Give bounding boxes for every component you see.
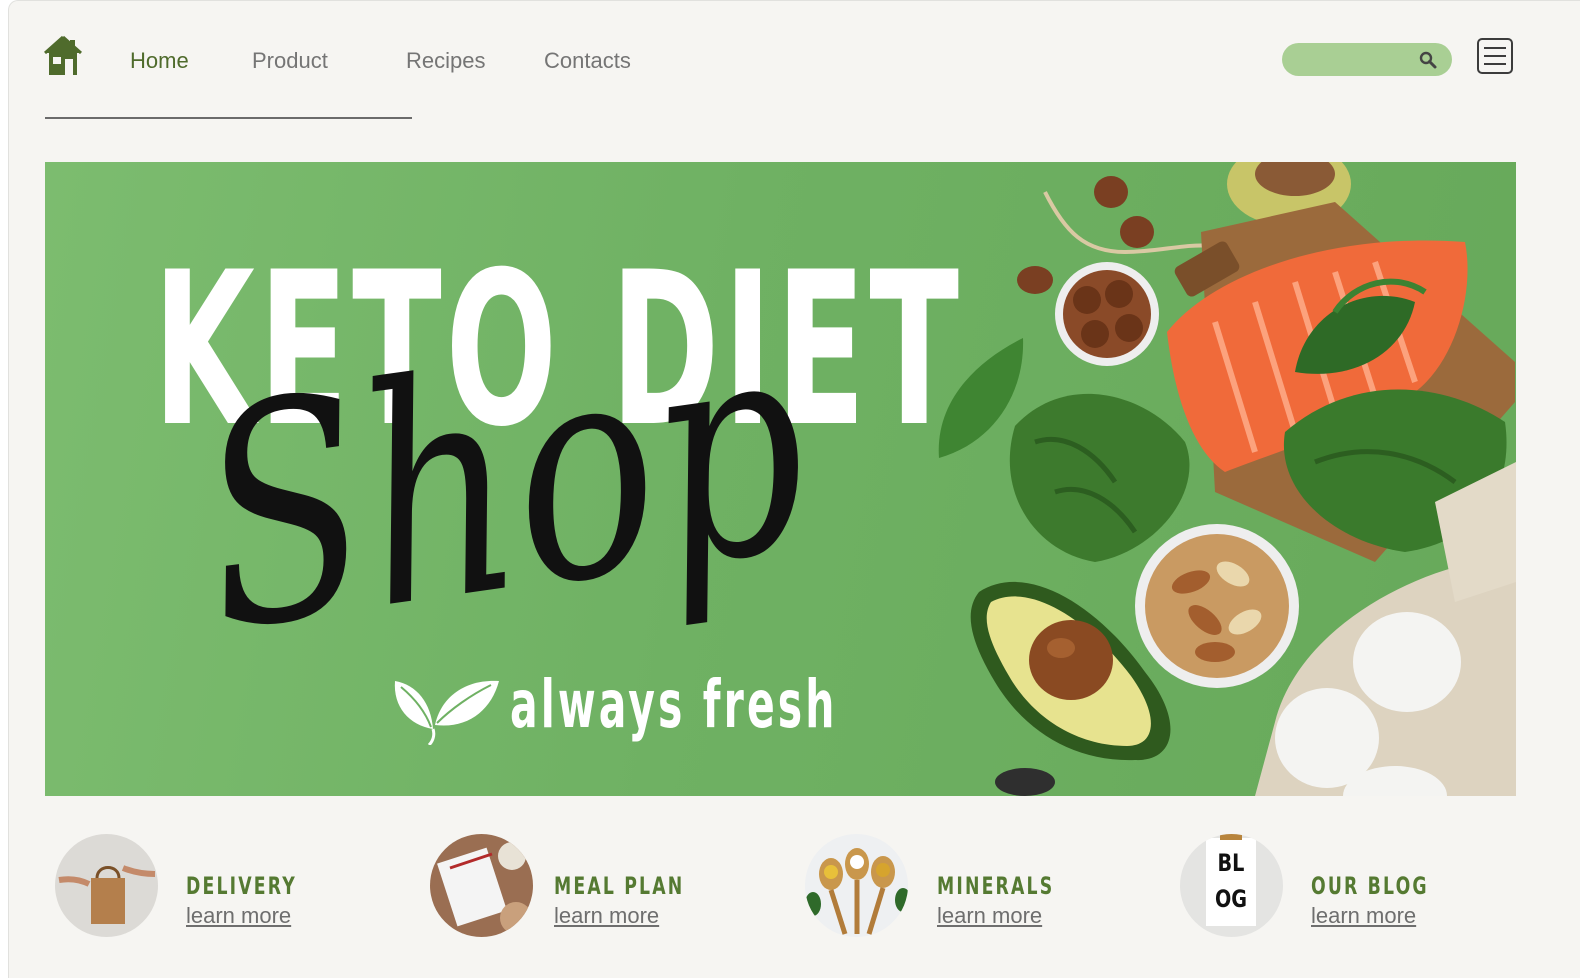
learn-more-link-delivery[interactable]: learn more (186, 903, 291, 929)
menu-icon-bar (1484, 55, 1506, 57)
delivery-bag-icon (55, 834, 158, 937)
search-icon[interactable] (1418, 50, 1438, 70)
learn-more-link-our-blog[interactable]: learn more (1311, 903, 1416, 929)
hero-tagline: always fresh (510, 666, 838, 743)
home-icon[interactable] (43, 35, 83, 77)
feature-minerals[interactable]: MINERALS learn more (805, 834, 1105, 938)
hero-script-text: Shop (181, 268, 826, 698)
blog-card-text-2: OG (1215, 886, 1247, 914)
nav-underline (45, 117, 412, 119)
feature-meal-plan[interactable]: MEAL PLAN learn more (430, 834, 730, 938)
leaf-icon (394, 680, 499, 745)
page: Home Product Recipes Contacts KETO DIET … (8, 0, 1580, 978)
blog-card-text-1: BL (1218, 850, 1245, 878)
feature-our-blog[interactable]: BL OG OUR BLOG learn more (1180, 834, 1480, 938)
feature-title-meal-plan: MEAL PLAN (554, 872, 685, 900)
menu-button[interactable] (1477, 38, 1513, 74)
notebook-icon (430, 834, 533, 937)
learn-more-link-meal-plan[interactable]: learn more (554, 903, 659, 929)
feature-title-minerals: MINERALS (937, 872, 1055, 900)
nav-link-home[interactable]: Home (130, 48, 189, 74)
nav-link-contacts[interactable]: Contacts (544, 48, 631, 74)
learn-more-link-minerals[interactable]: learn more (937, 903, 1042, 929)
menu-icon-bar (1484, 47, 1506, 49)
supplement-spoons-icon (805, 834, 908, 937)
menu-icon-bar (1484, 63, 1506, 65)
feature-title-our-blog: OUR BLOG (1311, 872, 1429, 900)
blog-card-icon: BL OG (1180, 834, 1283, 937)
nav-link-recipes[interactable]: Recipes (406, 48, 485, 74)
search-input[interactable] (1298, 46, 1412, 73)
hero-banner: KETO DIET Shop always fresh (45, 162, 1516, 796)
feature-delivery[interactable]: DELIVERY learn more (55, 834, 355, 938)
feature-title-delivery: DELIVERY (186, 872, 297, 900)
search-box[interactable] (1282, 43, 1452, 76)
food-illustration (938, 162, 1516, 796)
nav-link-product[interactable]: Product (252, 48, 328, 74)
